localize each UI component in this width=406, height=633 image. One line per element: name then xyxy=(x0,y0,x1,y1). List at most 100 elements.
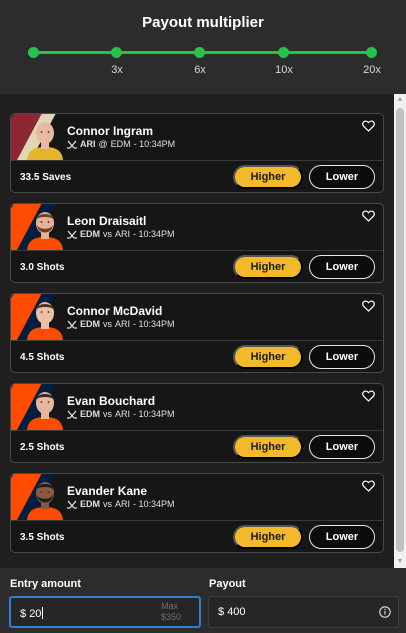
scroll-up-arrow-icon[interactable]: ▲ xyxy=(394,94,406,106)
player-card[interactable]: Leon Draisaitl EDM vs ARI - 10:34PM 3.0 … xyxy=(10,203,384,283)
stat-line: 2.5 Shots xyxy=(20,442,65,453)
player-card-header: Evander Kane EDM vs ARI - 10:34PM xyxy=(11,474,383,520)
card-divider xyxy=(11,160,383,161)
multiplier-tick-6x: 6x xyxy=(194,64,206,76)
payout-label: Payout xyxy=(209,578,246,590)
player-name: Leon Draisaitl xyxy=(67,214,147,228)
favorite-heart-icon[interactable] xyxy=(362,300,375,312)
hockey-sticks-icon xyxy=(67,140,77,149)
player-team: EDM xyxy=(80,319,100,329)
bearded-player-avatar xyxy=(27,212,63,250)
opponent-team: ARI xyxy=(115,319,131,329)
entry-footer: Entry amount Payout $ 20 Max $350 $ 400 xyxy=(0,568,406,633)
game-time: - 10:34PM xyxy=(133,229,175,239)
bearded-player-avatar xyxy=(27,482,63,520)
lower-button[interactable]: Lower xyxy=(309,165,375,189)
player-avatar xyxy=(27,392,63,430)
favorite-heart-icon[interactable] xyxy=(362,210,375,222)
favorite-heart-icon[interactable] xyxy=(362,120,375,132)
payout-currency: $ xyxy=(218,606,225,618)
matchup-separator: vs xyxy=(103,229,112,239)
bald-player-avatar xyxy=(27,122,63,160)
player-card-header: Connor McDavid EDM vs ARI - 10:34PM xyxy=(11,294,383,340)
stat-line: 3.5 Shots xyxy=(20,532,65,543)
game-matchup: EDM vs ARI - 10:34PM xyxy=(67,409,175,419)
player-card[interactable]: Connor Ingram ARI @ EDM - 10:34PM 33.5 S… xyxy=(10,113,384,193)
hockey-sticks-icon xyxy=(67,500,77,509)
multiplier-node-6x xyxy=(194,47,205,58)
favorite-heart-icon[interactable] xyxy=(362,480,375,492)
higher-button[interactable]: Higher xyxy=(233,255,303,279)
game-matchup: EDM vs ARI - 10:34PM xyxy=(67,229,175,239)
entry-currency: $ xyxy=(20,608,27,620)
player-card-header: Leon Draisaitl EDM vs ARI - 10:34PM xyxy=(11,204,383,250)
text-caret xyxy=(42,607,44,619)
player-team: ARI xyxy=(80,139,96,149)
player-card[interactable]: Evander Kane EDM vs ARI - 10:34PM 3.5 Sh… xyxy=(10,473,384,553)
higher-button[interactable]: Higher xyxy=(233,165,303,189)
payout-field: $ 400 xyxy=(208,596,399,628)
game-time: - 10:34PM xyxy=(133,499,175,509)
entry-amount-label: Entry amount xyxy=(10,578,81,590)
game-time: - 10:34PM xyxy=(133,409,175,419)
matchup-separator: vs xyxy=(103,319,112,329)
payout-multiplier-header: Payout multiplier 3x 6x 10x 20x xyxy=(0,0,406,94)
higher-button[interactable]: Higher xyxy=(233,525,303,549)
player-name: Evander Kane xyxy=(67,484,148,498)
entry-value: 20 xyxy=(29,608,42,620)
hockey-sticks-icon xyxy=(67,230,77,239)
card-divider xyxy=(11,250,383,251)
player-card[interactable]: Evan Bouchard EDM vs ARI - 10:34PM 2.5 S… xyxy=(10,383,384,463)
payout-multiplier-title: Payout multiplier xyxy=(142,14,264,31)
max-value: $350 xyxy=(160,612,181,622)
player-name: Connor McDavid xyxy=(67,304,163,318)
player-card-header: Evan Bouchard EDM vs ARI - 10:34PM xyxy=(11,384,383,430)
player-card-header: Connor Ingram ARI @ EDM - 10:34PM xyxy=(11,114,383,160)
multiplier-tick-20x: 20x xyxy=(363,64,381,76)
multiplier-node-10x xyxy=(278,47,289,58)
opponent-team: ARI xyxy=(115,229,131,239)
multiplier-node-3x xyxy=(111,47,122,58)
player-list[interactable]: Connor Ingram ARI @ EDM - 10:34PM 33.5 S… xyxy=(0,94,394,568)
payout-value: $ 400 xyxy=(218,606,246,618)
game-matchup: ARI @ EDM - 10:34PM xyxy=(67,139,175,149)
card-divider xyxy=(11,430,383,431)
game-time: - 10:34PM xyxy=(133,319,175,329)
list-scrollbar[interactable]: ▲ ▼ xyxy=(394,94,406,568)
matchup-separator: @ xyxy=(98,139,108,149)
game-time: - 10:34PM xyxy=(133,139,176,149)
favorite-heart-icon[interactable] xyxy=(362,390,375,402)
opponent-team: ARI xyxy=(115,499,131,509)
hockey-sticks-icon xyxy=(67,410,77,419)
lower-button[interactable]: Lower xyxy=(309,435,375,459)
opponent-team: ARI xyxy=(115,409,131,419)
info-icon[interactable] xyxy=(379,606,391,618)
player-name: Evan Bouchard xyxy=(67,394,156,408)
player-avatar xyxy=(27,302,63,340)
matchup-separator: vs xyxy=(103,409,112,419)
card-divider xyxy=(11,520,383,521)
player-name: Connor Ingram xyxy=(67,124,153,138)
game-matchup: EDM vs ARI - 10:34PM xyxy=(67,499,175,509)
player-card[interactable]: Connor McDavid EDM vs ARI - 10:34PM 4.5 … xyxy=(10,293,384,373)
multiplier-tick-3x: 3x xyxy=(111,64,123,76)
opponent-team: EDM xyxy=(110,139,131,149)
stat-line: 4.5 Shots xyxy=(20,352,65,363)
lower-button[interactable]: Lower xyxy=(309,255,375,279)
lower-button[interactable]: Lower xyxy=(309,525,375,549)
player-team: EDM xyxy=(80,499,100,509)
multiplier-tick-10x: 10x xyxy=(275,64,293,76)
scroll-thumb[interactable] xyxy=(396,108,404,552)
stat-line: 33.5 Saves xyxy=(20,172,72,183)
hockey-sticks-icon xyxy=(67,320,77,329)
multiplier-node-20x xyxy=(366,47,377,58)
stat-line: 3.0 Shots xyxy=(20,262,65,273)
max-entry-hint: Max $350 xyxy=(161,601,181,623)
entry-amount-value: $ 20 xyxy=(20,607,44,620)
payout-amount: 400 xyxy=(227,606,246,618)
higher-button[interactable]: Higher xyxy=(233,345,303,369)
scroll-down-arrow-icon[interactable]: ▼ xyxy=(394,556,406,568)
entry-amount-input[interactable]: $ 20 Max $350 xyxy=(9,596,201,628)
higher-button[interactable]: Higher xyxy=(233,435,303,459)
lower-button[interactable]: Lower xyxy=(309,345,375,369)
